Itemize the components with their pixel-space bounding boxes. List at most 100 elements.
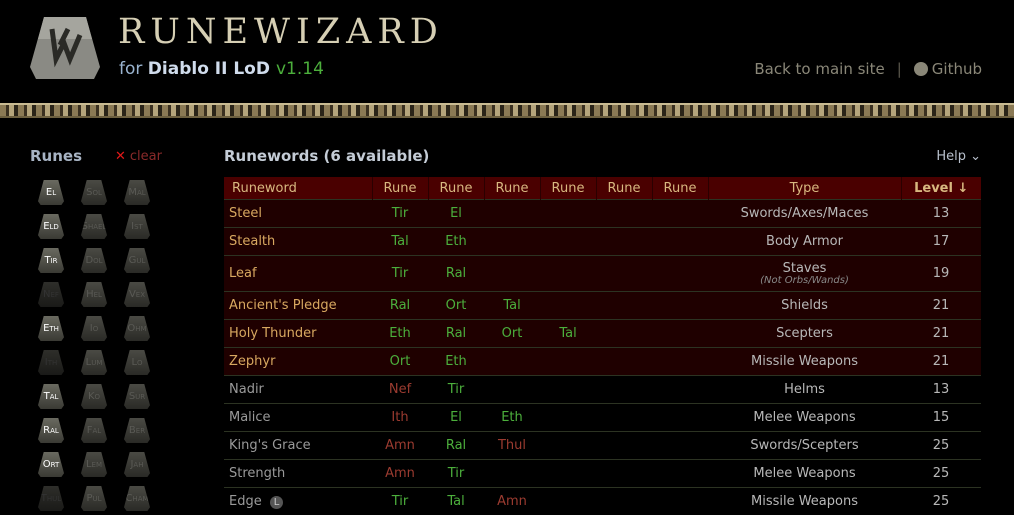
type-cell: Swords/Axes/Maces [708, 200, 901, 228]
type-cell: Helms [708, 376, 901, 404]
rune-cell-empty [540, 256, 596, 292]
rune-cell: Ral [428, 432, 484, 460]
rune-cell: Tir [372, 488, 428, 515]
rune-cell: Ral [372, 292, 428, 320]
rune-eth[interactable]: Eth [38, 316, 64, 341]
column-header-rune[interactable]: Rune [372, 177, 428, 200]
runeword-name: Leaf [224, 256, 372, 292]
rune-cell-empty [652, 404, 708, 432]
rune-cell-empty [484, 200, 540, 228]
rune-eld[interactable]: Eld [38, 214, 64, 239]
rune-ko[interactable]: Ko [81, 384, 107, 409]
rune-cell-empty [596, 404, 652, 432]
rune-gul[interactable]: Gul [124, 248, 150, 273]
table-row[interactable]: SteelTirElSwords/Axes/Maces13 [224, 200, 981, 228]
rune-cell-empty [540, 460, 596, 488]
rune-cell-empty [484, 460, 540, 488]
rune-cell: Tal [428, 488, 484, 515]
rune-cell-empty [596, 460, 652, 488]
rune-ist[interactable]: Ist [124, 214, 150, 239]
rune-cell-empty [596, 256, 652, 292]
level-cell: 25 [901, 460, 981, 488]
rune-thul[interactable]: Thul [38, 486, 64, 511]
rune-vex[interactable]: Vex [124, 282, 150, 307]
rune-tir[interactable]: Tir [38, 248, 64, 273]
rune-cell-empty [652, 228, 708, 256]
rune-cell: Ral [428, 256, 484, 292]
runeword-label: Holy Thunder [229, 326, 316, 341]
rune-ort[interactable]: Ort [38, 452, 64, 477]
table-row[interactable]: EdgeLTirTalAmnMissile Weapons25 [224, 488, 981, 515]
rune-sol[interactable]: Sol [81, 180, 107, 205]
rune-tal[interactable]: Tal [38, 384, 64, 409]
rune-ith[interactable]: Ith [38, 350, 64, 375]
runeword-label: Leaf [229, 266, 257, 281]
column-header-rune[interactable]: Rune [652, 177, 708, 200]
help-toggle[interactable]: Help ⌄ [936, 149, 981, 164]
table-row[interactable]: NadirNefTirHelms13 [224, 376, 981, 404]
rune-ral[interactable]: Ral [38, 418, 64, 443]
column-header-rune[interactable]: Rune [540, 177, 596, 200]
clear-button[interactable]: ✕clear [115, 149, 162, 164]
table-row[interactable]: Ancient's PledgeRalOrtTalShields21 [224, 292, 981, 320]
table-row[interactable]: King's GraceAmnRalThulSwords/Scepters25 [224, 432, 981, 460]
table-row[interactable]: Holy ThunderEthRalOrtTalScepters21 [224, 320, 981, 348]
level-cell: 19 [901, 256, 981, 292]
rune-cell: Ort [372, 348, 428, 376]
rune-dol[interactable]: Dol [81, 248, 107, 273]
runeword-label: Nadir [229, 382, 264, 397]
nav-separator: | [897, 60, 902, 78]
column-header-rune[interactable]: Rune [484, 177, 540, 200]
table-row[interactable]: StrengthAmnTirMelee Weapons25 [224, 460, 981, 488]
column-header-type[interactable]: Type [708, 177, 901, 200]
rune-ber[interactable]: Ber [124, 418, 150, 443]
rune-nef[interactable]: Nef [38, 282, 64, 307]
rune-cell-empty [540, 348, 596, 376]
type-cell: Body Armor [708, 228, 901, 256]
rune-fal[interactable]: Fal [81, 418, 107, 443]
back-link[interactable]: Back to main site [754, 60, 884, 78]
github-label: Github [932, 60, 982, 78]
table-row[interactable]: LeafTirRalStaves(Not Orbs/Wands)19 [224, 256, 981, 292]
rune-cell: Ith [372, 404, 428, 432]
rune-mal[interactable]: Mal [124, 180, 150, 205]
type-cell: Missile Weapons [708, 348, 901, 376]
chevron-down-icon: ⌄ [970, 149, 981, 164]
rune-cell-empty [596, 320, 652, 348]
runeword-name: EdgeL [224, 488, 372, 515]
column-header-rune[interactable]: Rune [428, 177, 484, 200]
rune-el[interactable]: El [38, 180, 64, 205]
rune-pul[interactable]: Pul [81, 486, 107, 511]
rune-lem[interactable]: Lem [81, 452, 107, 477]
rune-cell-empty [596, 432, 652, 460]
runeword-name: Holy Thunder [224, 320, 372, 348]
column-header-level[interactable]: Level ↓ [901, 177, 981, 200]
rune-cell-empty [540, 200, 596, 228]
rune-ohm[interactable]: Ohm [124, 316, 150, 341]
runewords-title: Runewords (6 available) [224, 147, 429, 165]
rune-cell: El [428, 404, 484, 432]
rune-lum[interactable]: Lum [81, 350, 107, 375]
rune-shael[interactable]: Shael [81, 214, 107, 239]
rune-cham[interactable]: Cham [124, 486, 150, 511]
rune-lo[interactable]: Lo [124, 350, 150, 375]
rune-sur[interactable]: Sur [124, 384, 150, 409]
column-header-rune[interactable]: Rune [596, 177, 652, 200]
rune-jah[interactable]: Jah [124, 452, 150, 477]
rune-cell-empty [484, 256, 540, 292]
type-label: Missile Weapons [751, 354, 858, 369]
level-cell: 13 [901, 376, 981, 404]
rune-io[interactable]: Io [81, 316, 107, 341]
column-header-runeword[interactable]: Runeword [224, 177, 372, 200]
table-row[interactable]: MaliceIthElEthMelee Weapons15 [224, 404, 981, 432]
rune-cell-empty [596, 200, 652, 228]
rune-hel[interactable]: Hel [81, 282, 107, 307]
level-cell: 15 [901, 404, 981, 432]
rune-cell: Eth [372, 320, 428, 348]
table-row[interactable]: StealthTalEthBody Armor17 [224, 228, 981, 256]
github-link[interactable]: Github [914, 60, 982, 78]
rune-cell-empty [596, 348, 652, 376]
top-nav: Back to main site | Github [754, 60, 982, 78]
table-row[interactable]: ZephyrOrtEthMissile Weapons21 [224, 348, 981, 376]
runeword-name: Steel [224, 200, 372, 228]
